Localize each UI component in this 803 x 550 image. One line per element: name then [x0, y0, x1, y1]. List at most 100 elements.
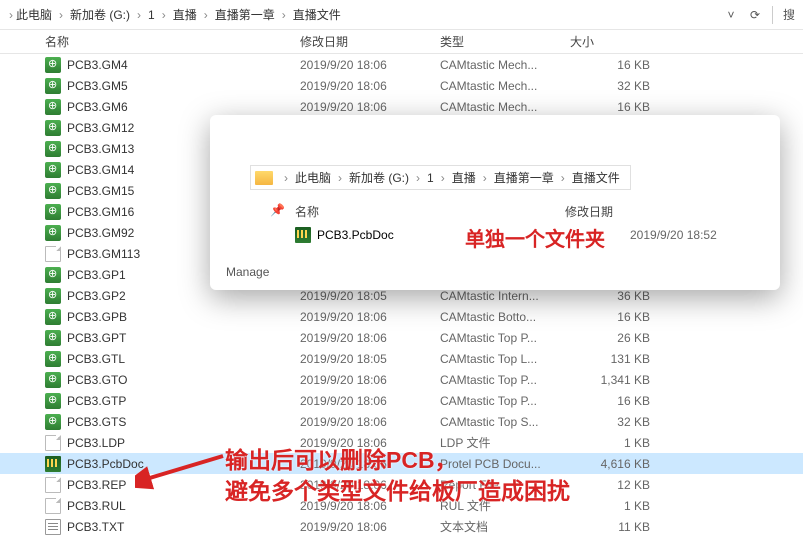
file-size: 16 KB: [570, 310, 650, 324]
file-type: CAMtastic Mech...: [440, 58, 570, 72]
overlay-breadcrumb[interactable]: › 此电脑› 新加卷 (G:)› 1› 直播› 直播第一章› 直播文件: [250, 165, 631, 190]
file-date: 2019/9/20 18:06: [300, 373, 440, 387]
file-name: PCB3.GP2: [67, 289, 300, 303]
breadcrumb-item[interactable]: 此电脑: [295, 169, 331, 186]
file-name: PCB3.GTO: [67, 373, 300, 387]
annotation-line: 输出后可以删除PCB，: [225, 445, 570, 476]
file-name: PCB3.PcbDoc: [317, 228, 394, 242]
column-header-size[interactable]: 大小: [570, 33, 650, 50]
file-row[interactable]: PCB3.TXT2019/9/20 18:06文本文档11 KB: [0, 516, 803, 537]
overlay-column-headers: 名称 修改日期: [295, 203, 705, 220]
file-row[interactable]: PCB3.GPB2019/9/20 18:06CAMtastic Botto..…: [0, 306, 803, 327]
file-type: CAMtastic Top P...: [440, 373, 570, 387]
breadcrumb-item[interactable]: 直播文件: [572, 169, 620, 186]
file-row[interactable]: PCB3.GTP2019/9/20 18:06CAMtastic Top P..…: [0, 390, 803, 411]
file-row[interactable]: PCB3.GM62019/9/20 18:06CAMtastic Mech...…: [0, 96, 803, 117]
file-type: CAMtastic Intern...: [440, 289, 570, 303]
chevron-right-icon: ›: [56, 8, 66, 22]
chevron-right-icon: ›: [480, 171, 490, 185]
chevron-right-icon: ›: [6, 8, 16, 22]
file-date: 2019/9/20 18:52: [630, 228, 717, 242]
file-name: PCB3.GM5: [67, 79, 300, 93]
file-date: 2019/9/20 18:06: [300, 394, 440, 408]
breadcrumb-item[interactable]: 新加卷 (G:): [70, 6, 130, 23]
breadcrumb-item[interactable]: 直播文件: [293, 6, 341, 23]
file-name: PCB3.GPB: [67, 310, 300, 324]
file-row[interactable]: PCB3.GTO2019/9/20 18:06CAMtastic Top P..…: [0, 369, 803, 390]
annotation-line: 避免多个类型文件给板厂造成困扰: [225, 476, 570, 507]
file-size: 16 KB: [570, 58, 650, 72]
column-header-date[interactable]: 修改日期: [565, 203, 705, 220]
file-icon: [45, 435, 61, 451]
manage-label: Manage: [226, 265, 269, 279]
file-type: CAMtastic Top L...: [440, 352, 570, 366]
breadcrumb-item[interactable]: 1: [148, 8, 155, 22]
overlay-window: › 此电脑› 新加卷 (G:)› 1› 直播› 直播第一章› 直播文件 📌 名称…: [210, 115, 780, 290]
file-size: 32 KB: [570, 415, 650, 429]
column-header-name[interactable]: 名称: [45, 33, 300, 50]
address-bar-controls: ˅ ⟳ 搜: [724, 6, 795, 24]
file-icon: [45, 99, 61, 115]
file-name: PCB3.TXT: [67, 520, 300, 534]
file-row[interactable]: PCB3.GM52019/9/20 18:06CAMtastic Mech...…: [0, 75, 803, 96]
file-icon: [45, 288, 61, 304]
file-icon: [45, 78, 61, 94]
file-size: 12 KB: [570, 478, 650, 492]
file-row[interactable]: PCB3.GM42019/9/20 18:06CAMtastic Mech...…: [0, 54, 803, 75]
file-date: 2019/9/20 18:06: [300, 100, 440, 114]
breadcrumb-item[interactable]: 新加卷 (G:): [349, 169, 409, 186]
breadcrumb-item[interactable]: 直播第一章: [215, 6, 275, 23]
file-type: CAMtastic Top P...: [440, 394, 570, 408]
file-name: PCB3.GPT: [67, 331, 300, 345]
address-bar[interactable]: › 此电脑› 新加卷 (G:)› 1› 直播› 直播第一章› 直播文件 ˅ ⟳ …: [0, 0, 803, 30]
chevron-right-icon: ›: [279, 8, 289, 22]
file-icon: [45, 246, 61, 262]
file-size: 36 KB: [570, 289, 650, 303]
annotation-text: 单独一个文件夹: [465, 223, 605, 252]
file-icon: [45, 141, 61, 157]
file-type: CAMtastic Botto...: [440, 310, 570, 324]
file-date: 2019/9/20 18:06: [300, 331, 440, 345]
file-row[interactable]: PCB3.GPT2019/9/20 18:06CAMtastic Top P..…: [0, 327, 803, 348]
file-date: 2019/9/20 18:06: [300, 415, 440, 429]
file-type: CAMtastic Mech...: [440, 100, 570, 114]
file-type: CAMtastic Top S...: [440, 415, 570, 429]
overlay-file-row[interactable]: PCB3.PcbDoc: [295, 227, 394, 243]
breadcrumb[interactable]: 此电脑› 新加卷 (G:)› 1› 直播› 直播第一章› 直播文件: [16, 6, 341, 23]
chevron-right-icon: ›: [413, 171, 423, 185]
breadcrumb-item[interactable]: 直播: [452, 169, 476, 186]
column-header-name[interactable]: 名称: [295, 203, 565, 220]
file-icon: [45, 393, 61, 409]
breadcrumb-item[interactable]: 此电脑: [16, 6, 52, 23]
file-size: 1 KB: [570, 436, 650, 450]
file-type: 文本文档: [440, 518, 570, 535]
pin-icon[interactable]: 📌: [270, 203, 285, 217]
file-row[interactable]: PCB3.GTS2019/9/20 18:06CAMtastic Top S..…: [0, 411, 803, 432]
file-size: 32 KB: [570, 79, 650, 93]
file-icon: [45, 414, 61, 430]
file-name: PCB3.GM6: [67, 100, 300, 114]
file-size: 26 KB: [570, 331, 650, 345]
divider: [772, 6, 773, 24]
file-icon: [45, 162, 61, 178]
breadcrumb-item[interactable]: 直播第一章: [494, 169, 554, 186]
file-icon: [45, 351, 61, 367]
breadcrumb-item[interactable]: 直播: [173, 6, 197, 23]
chevron-right-icon: ›: [438, 171, 448, 185]
search-label[interactable]: 搜: [783, 6, 795, 23]
file-size: 16 KB: [570, 100, 650, 114]
history-dropdown-icon[interactable]: ˅: [724, 8, 738, 22]
column-header-type[interactable]: 类型: [440, 33, 570, 50]
breadcrumb-item[interactable]: 1: [427, 171, 434, 185]
column-header-date[interactable]: 修改日期: [300, 33, 440, 50]
column-headers: 名称 修改日期 类型 大小: [0, 30, 803, 54]
chevron-right-icon: ›: [159, 8, 169, 22]
file-date: 2019/9/20 18:06: [300, 58, 440, 72]
file-icon: [45, 456, 61, 472]
file-name: PCB3.GM4: [67, 58, 300, 72]
file-type: CAMtastic Top P...: [440, 331, 570, 345]
file-date: 2019/9/20 18:06: [300, 310, 440, 324]
folder-icon: [255, 171, 273, 185]
file-row[interactable]: PCB3.GTL2019/9/20 18:05CAMtastic Top L..…: [0, 348, 803, 369]
refresh-icon[interactable]: ⟳: [748, 8, 762, 22]
